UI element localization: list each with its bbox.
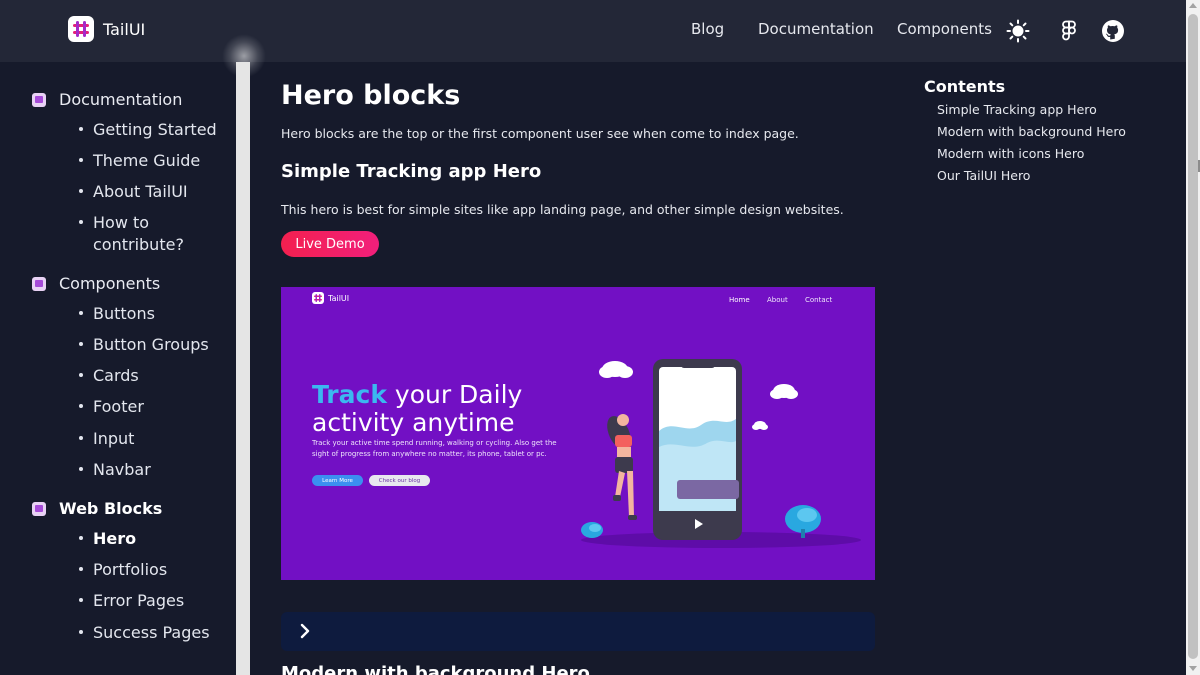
nav-link-components[interactable]: Components: [897, 20, 992, 40]
chevron-right-icon: [300, 623, 310, 639]
sidebar-item-navbar[interactable]: Navbar: [79, 459, 151, 481]
scrollbar-thumb[interactable]: [1188, 14, 1198, 659]
sidebar-item-hero[interactable]: Hero: [79, 528, 136, 550]
next-section-title: Modern with background Hero: [281, 663, 590, 675]
preview-headline: Track your Daily activity anytime: [312, 380, 523, 437]
scroll-down-arrow-icon[interactable]: [1189, 666, 1197, 671]
sidebar-item-buttons[interactable]: Buttons: [79, 303, 155, 325]
sidebar-divider: [236, 62, 250, 675]
preview-nav-about: About: [767, 296, 788, 304]
sidebar-item-how-to-contribute[interactable]: How to contribute?: [79, 212, 219, 256]
runner-phone-illustration: [581, 359, 861, 548]
section-title: Simple Tracking app Hero: [281, 161, 542, 182]
toc-title: Contents: [924, 77, 1006, 96]
preview-nav-contact: Contact: [805, 296, 833, 304]
scrollbar[interactable]: [1186, 0, 1200, 675]
tailui-logo-icon: [68, 16, 94, 42]
preview-learn-more-button: Learn More: [312, 475, 363, 486]
book-icon: [32, 92, 46, 107]
scroll-up-arrow-icon[interactable]: [1189, 3, 1197, 8]
sidebar-section-label: Components: [59, 274, 161, 293]
nav-link-blog[interactable]: Blog: [691, 20, 724, 40]
sidebar-section-components[interactable]: Components: [32, 274, 160, 293]
sidebar-item-about-tailui[interactable]: About TailUI: [79, 181, 188, 203]
cube-icon: [32, 276, 46, 291]
sidebar-section-label: Web Blocks: [59, 499, 163, 518]
toc-item-modern-background[interactable]: Modern with background Hero: [937, 124, 1126, 139]
nav-link-documentation[interactable]: Documentation: [758, 20, 874, 40]
page-title: Hero blocks: [281, 80, 461, 111]
github-icon[interactable]: [1101, 19, 1125, 43]
sidebar-section-label: Documentation: [59, 90, 183, 109]
page-description: Hero blocks are the top or the first com…: [281, 126, 799, 141]
brand-name: TailUI: [103, 19, 146, 39]
section-description: This hero is best for simple sites like …: [281, 202, 844, 217]
toc-item-modern-icons[interactable]: Modern with icons Hero: [937, 146, 1084, 161]
preview-brand: TailUI: [328, 294, 350, 303]
code-collapse-toggle[interactable]: [281, 612, 875, 651]
preview-blog-button: Check our blog: [369, 475, 430, 486]
tailui-logo-icon: [312, 292, 324, 304]
sidebar-item-footer[interactable]: Footer: [79, 396, 144, 418]
sidebar-item-input[interactable]: Input: [79, 428, 134, 450]
top-navbar: TailUI Blog Documentation Components: [0, 0, 1186, 62]
hero-preview: TailUI Home About Contact Track your Dai…: [281, 287, 875, 580]
preview-text: Track your active time spend running, wa…: [312, 439, 557, 458]
sidebar-item-theme-guide[interactable]: Theme Guide: [79, 150, 200, 172]
sidebar: Documentation Getting Started Theme Guid…: [0, 62, 236, 675]
sidebar-item-cards[interactable]: Cards: [79, 365, 139, 387]
brand-link[interactable]: TailUI: [68, 16, 145, 42]
sidebar-section-documentation[interactable]: Documentation: [32, 90, 182, 109]
toc-item-our-tailui[interactable]: Our TailUI Hero: [937, 168, 1030, 183]
sidebar-item-error-pages[interactable]: Error Pages: [79, 590, 184, 612]
sidebar-item-portfolios[interactable]: Portfolios: [79, 559, 167, 581]
sidebar-item-getting-started[interactable]: Getting Started: [79, 119, 217, 141]
toc-item-simple-tracking[interactable]: Simple Tracking app Hero: [937, 102, 1097, 117]
sidebar-item-button-groups[interactable]: Button Groups: [79, 334, 209, 356]
live-demo-button[interactable]: Live Demo: [281, 231, 379, 257]
figma-icon[interactable]: [1057, 19, 1081, 43]
blocks-icon: [32, 501, 46, 516]
sidebar-section-web-blocks[interactable]: Web Blocks: [32, 499, 162, 518]
preview-nav-home: Home: [729, 296, 750, 304]
sun-icon[interactable]: [1006, 19, 1030, 43]
sidebar-item-success-pages[interactable]: Success Pages: [79, 622, 210, 644]
